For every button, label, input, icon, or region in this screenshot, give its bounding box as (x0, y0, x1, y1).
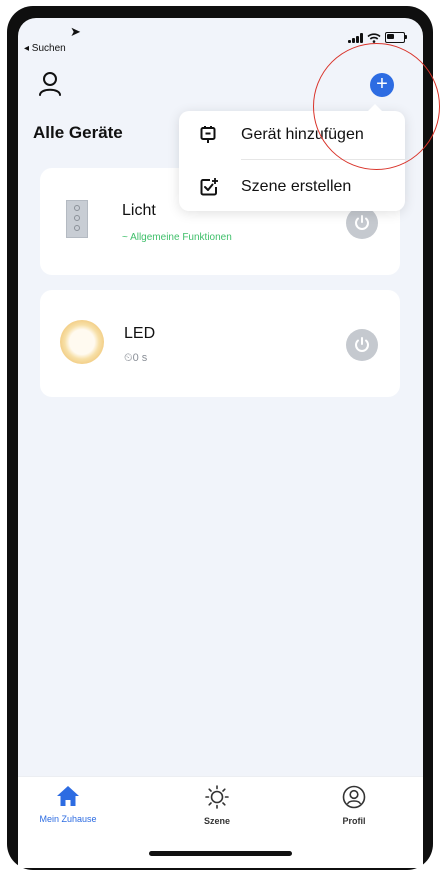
location-arrow-icon: ➤ (70, 24, 81, 39)
annotation-circle (313, 43, 440, 170)
power-icon (355, 215, 369, 230)
create-scene-icon (200, 178, 218, 196)
home-icon (57, 786, 79, 806)
device-name: Licht (122, 202, 156, 219)
page-title: Alle Geräte (33, 123, 123, 142)
device-subtitle: ~ Allgemeine Funktionen (122, 232, 232, 243)
profile-icon (342, 785, 366, 809)
tab-szene[interactable]: Szene (177, 785, 257, 826)
menu-item-label: Szene erstellen (241, 178, 352, 195)
menu-item-create-scene[interactable]: Szene erstellen (179, 165, 405, 211)
device-name: LED (124, 325, 156, 342)
cellular-signal-icon (348, 32, 363, 43)
power-icon (355, 337, 369, 352)
wall-switch-thumbnail (66, 200, 88, 238)
tab-mein-zuhause[interactable]: Mein Zuhause (28, 785, 108, 824)
add-device-icon (200, 126, 216, 143)
tab-label: Profil (342, 816, 366, 826)
tab-profil[interactable]: Profil (314, 785, 394, 826)
profile-icon[interactable] (38, 71, 62, 97)
device-timer: ⏲0 s (124, 352, 148, 364)
power-button[interactable] (346, 207, 378, 239)
power-button[interactable] (346, 329, 378, 361)
back-to-search-link[interactable]: ◂ Suchen (24, 43, 66, 54)
sun-icon (205, 785, 229, 809)
device-card-led[interactable]: LED ⏲0 s (40, 290, 400, 397)
tab-label: Mein Zuhause (39, 814, 97, 824)
home-indicator (149, 851, 292, 856)
battery-icon (385, 32, 407, 43)
led-bulb-thumbnail (60, 320, 104, 364)
tab-label: Szene (203, 816, 230, 826)
status-icons (348, 32, 407, 43)
wifi-icon (367, 32, 381, 43)
